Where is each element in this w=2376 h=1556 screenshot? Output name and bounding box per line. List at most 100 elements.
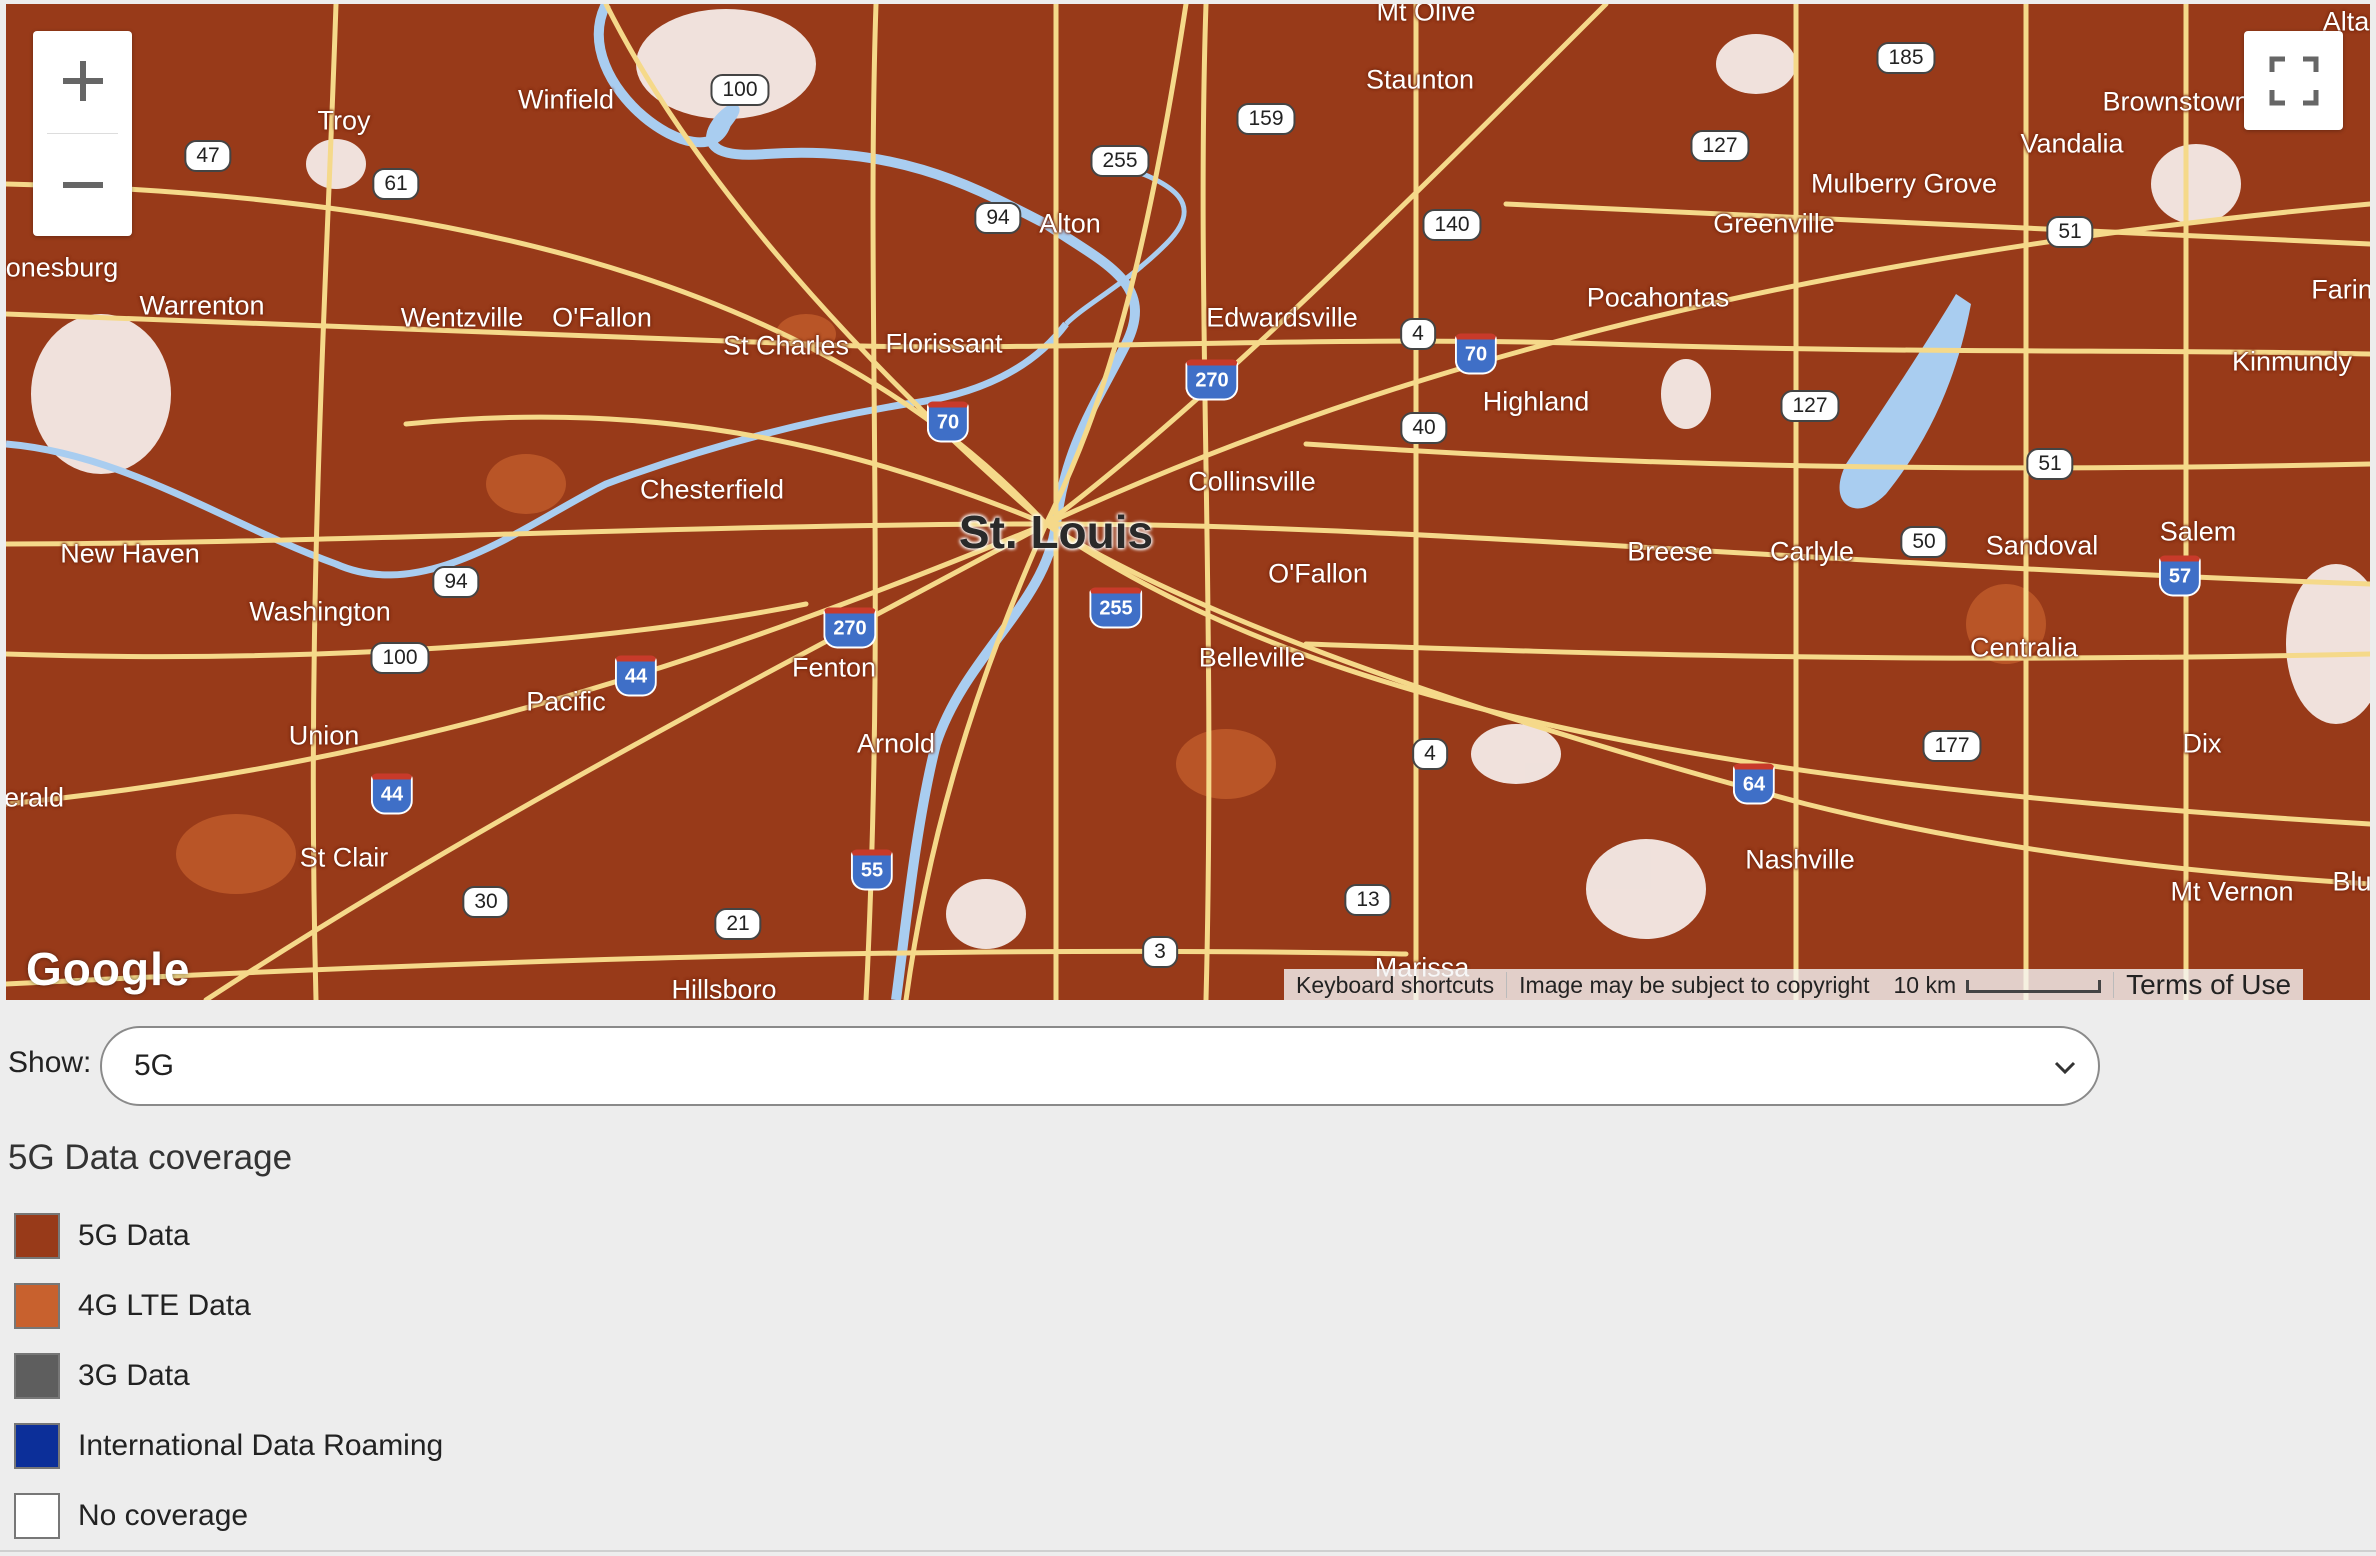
show-label: Show: [8,1046,92,1079]
fullscreen-icon [2269,56,2318,105]
bottom-border [0,1550,2376,1552]
minus-icon [62,182,103,188]
place-label: St Clair [299,842,389,873]
legend-swatch [14,1283,60,1329]
route-shield: 61 [372,168,420,200]
zoom-out-button[interactable] [33,135,132,235]
place-label: Nashville [1745,844,1855,875]
place-label: Brownstown [2102,86,2250,117]
place-label: Vandalia [2020,128,2124,159]
scale-label[interactable]: 10 km [1881,972,2113,999]
place-label: Alton [1039,208,1101,239]
zoom-control [33,31,132,236]
legend-title: 5G Data coverage [8,1138,293,1177]
place-label: erald [6,782,65,813]
route-shield: 47 [184,140,232,172]
place-label: Highland [1482,386,1590,417]
place-label: Edwardsville [1206,302,1358,333]
route-shield: 94 [974,202,1022,234]
plus-icon [62,61,103,101]
route-shield: 100 [370,642,430,674]
route-shield: 159 [1236,103,1296,135]
route-shield: 40 [1400,412,1448,444]
place-label: Mulberry Grove [1810,168,1998,199]
place-label: Florissant [885,328,1003,359]
route-shield: 13 [1344,884,1392,916]
scale-text: 10 km [1893,971,1957,998]
interstate-shield: 70 [1454,333,1498,375]
place-label: Mt Olive [1376,4,1476,27]
place-label: Collinsville [1188,466,1316,497]
place-label: St Charles [722,330,850,361]
zoom-in-button[interactable] [33,31,132,131]
map-attribution: Keyboard shortcuts Image may be subject … [1284,969,2304,1000]
place-label: Carlyle [1769,536,1855,567]
coverage-map[interactable]: Mt Olive Staunton Alta Troy Winfield Bro… [6,4,2370,1000]
major-city-label: St. Louis [958,506,1154,558]
place-label: Troy [317,105,371,136]
place-label: Centralia [1969,632,2079,663]
place-label: Warrenton [139,290,265,321]
place-label: Wentzville [400,302,524,333]
place-label: Salem [2159,516,2237,547]
legend-item: 5G Data [14,1213,190,1259]
place-label: Pacific [526,686,606,717]
place-label: Kinmundy [2231,346,2353,377]
interstate-shield: 57 [2158,555,2202,597]
place-label: Fenton [791,652,877,683]
route-shield: 30 [462,886,510,918]
copyright-notice: Image may be subject to copyright [1519,971,1870,998]
place-label: Staunton [1365,64,1475,95]
place-label: Farin [2311,274,2370,305]
route-shield: 21 [714,908,762,940]
legend-swatch [14,1493,60,1539]
place-label: Union [288,720,360,751]
route-shield: 140 [1422,209,1482,241]
interstate-shield: 55 [850,849,894,891]
carlyle-lake [1839,294,1971,509]
terms-of-use-link[interactable]: Terms of Use [2114,969,2303,1000]
place-label: Mt Vernon [2170,876,2294,907]
place-label: Blu [2332,866,2370,897]
legend-label: 3G Data [78,1359,190,1392]
filter-row: Show: [8,1046,101,1080]
legend-item: 3G Data [14,1353,190,1399]
place-label: Chesterfield [639,474,785,505]
scale-bar [1966,979,2102,993]
keyboard-shortcuts-link[interactable]: Keyboard shortcuts [1284,972,1506,999]
place-label: Washington [249,596,391,627]
select-value: 5G [134,1049,175,1082]
route-shield: 4 [1412,738,1448,770]
route-shield: 51 [2046,216,2094,248]
place-label: New Haven [60,538,200,569]
legend-item: International Data Roaming [14,1423,443,1469]
route-shield: 127 [1690,130,1750,162]
legend-swatch [14,1423,60,1469]
route-shield: 127 [1780,390,1840,422]
fullscreen-button[interactable] [2244,31,2343,130]
route-shield: 4 [1400,318,1436,350]
interstate-shield: 270 [1185,359,1239,401]
place-label: Breese [1627,536,1713,567]
legend-label: No coverage [78,1499,249,1532]
legend-swatch [14,1213,60,1259]
route-shield: 100 [710,74,770,106]
interstate-shield: 64 [1732,763,1776,805]
coverage-type-select[interactable]: 5G [100,1026,2100,1106]
place-label: onesburg [6,252,119,283]
legend-label: 5G Data [78,1219,190,1252]
place-label: Pocahontas [1586,282,1730,313]
place-label: Belleville [1198,642,1306,673]
place-label: Winfield [517,84,615,115]
interstate-shield: 44 [370,773,414,815]
place-label: Arnold [856,728,936,759]
route-shield: 177 [1922,730,1982,762]
legend-label: International Data Roaming [78,1429,444,1462]
legend-label: 4G LTE Data [78,1289,251,1322]
place-label: O'Fallon [1268,558,1368,589]
route-shield: 51 [2026,448,2074,480]
place-label: O'Fallon [552,302,652,333]
interstate-shield: 270 [823,607,877,649]
place-label: Dix [2182,728,2222,759]
chevron-down-icon [2054,1061,2076,1075]
